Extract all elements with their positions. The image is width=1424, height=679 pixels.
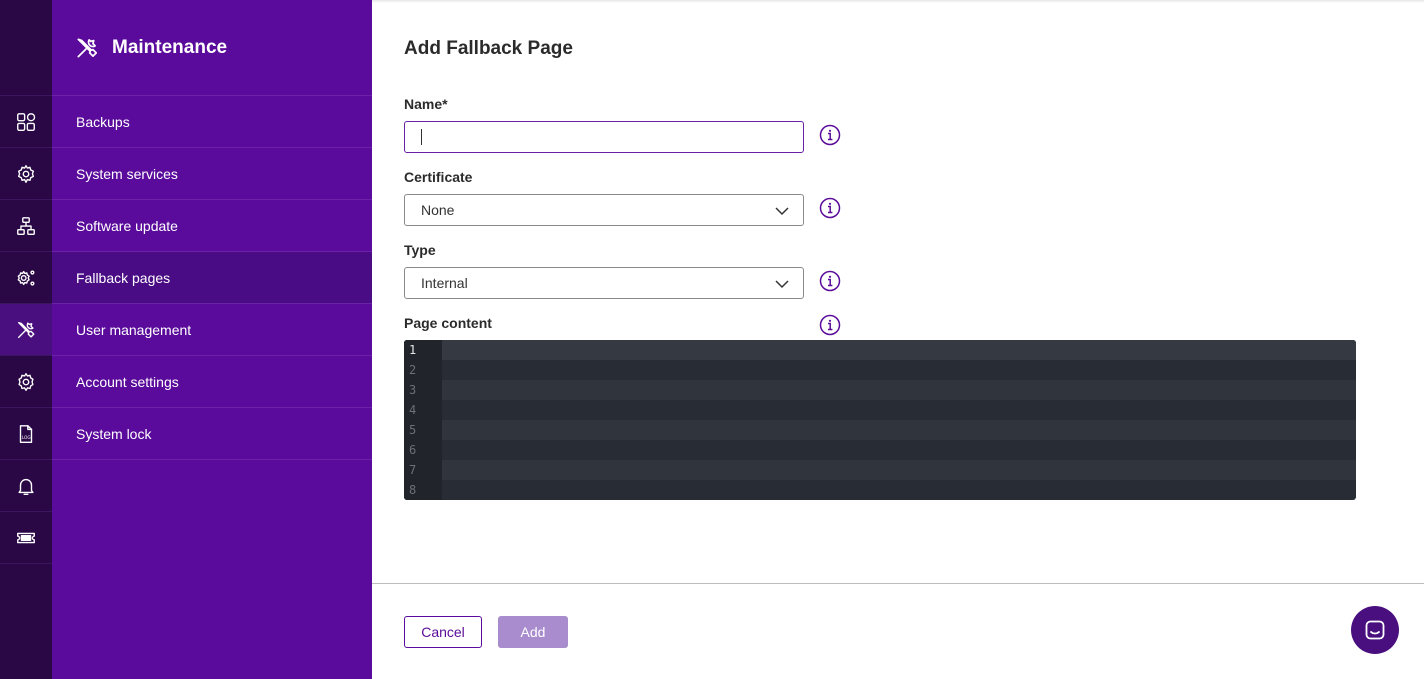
rail-settings-cluster[interactable] [0, 148, 52, 200]
sidebar-item-software-update[interactable]: Software update [52, 200, 372, 252]
type-select[interactable]: Internal [404, 267, 804, 299]
rail-notifications[interactable] [0, 460, 52, 512]
sidebar-item-label: Fallback pages [76, 269, 171, 286]
name-label: Name* [404, 96, 448, 112]
icon-rail: LOG [0, 0, 52, 679]
sidebar-item-user-management[interactable]: User management [52, 304, 372, 356]
line-number: 5 [404, 420, 442, 440]
certificate-select[interactable]: None [404, 194, 804, 226]
chat-icon [1365, 620, 1385, 640]
editor-line: 8 [404, 480, 1356, 500]
line-number: 3 [404, 380, 442, 400]
page-content-info-button[interactable] [819, 314, 841, 336]
code-line[interactable] [442, 380, 1356, 400]
info-icon [819, 197, 841, 219]
log-file-icon-label: LOG [22, 435, 31, 440]
rail-network[interactable] [0, 200, 52, 252]
editor-line: 4 [404, 400, 1356, 420]
editor-line: 1 [404, 340, 1356, 360]
top-divider [372, 0, 1424, 3]
main-content: Add Fallback Page Name* Certificate None… [372, 0, 1424, 679]
rail-tickets[interactable] [0, 512, 52, 564]
rail-gear-share[interactable] [0, 252, 52, 304]
sidebar-item-system-lock[interactable]: System lock [52, 408, 372, 460]
sidebar-item-label: System services [76, 165, 178, 182]
log-file-icon: LOG [19, 424, 33, 443]
code-line[interactable] [442, 420, 1356, 440]
rail-grid[interactable] [0, 96, 52, 148]
code-line[interactable] [442, 480, 1356, 500]
code-line[interactable] [442, 440, 1356, 460]
chat-button[interactable] [1351, 606, 1399, 654]
rail-top [0, 0, 52, 96]
code-line[interactable] [442, 400, 1356, 420]
page-content-label: Page content [404, 315, 492, 331]
cancel-button[interactable]: Cancel [404, 616, 482, 648]
rail-settings[interactable] [0, 356, 52, 408]
sidebar-header: Maintenance [52, 0, 372, 96]
sidebar-item-label: Account settings [76, 373, 179, 390]
sidebar-item-label: User management [76, 321, 192, 338]
tools-icon [77, 37, 98, 58]
editor-line: 2 [404, 360, 1356, 380]
text-caret [421, 129, 422, 145]
certificate-value: None [421, 202, 455, 218]
sidebar-item-account-settings[interactable]: Account settings [52, 356, 372, 408]
page-content-editor[interactable]: 1 2 3 4 5 6 7 8 [404, 340, 1356, 500]
info-icon [819, 124, 841, 146]
footer-divider [372, 583, 1424, 584]
line-number: 6 [404, 440, 442, 460]
type-info-button[interactable] [819, 270, 841, 292]
code-line[interactable] [442, 340, 1356, 360]
settings-cluster-icon [17, 164, 35, 183]
editor-line: 6 [404, 440, 1356, 460]
rail-log[interactable]: LOG [0, 408, 52, 460]
sidebar-item-backups[interactable]: Backups [52, 96, 372, 148]
sidebar-item-label: Backups [76, 113, 130, 130]
name-info-button[interactable] [819, 124, 841, 146]
sidebar: Maintenance Backups System services Soft… [52, 0, 372, 679]
gear-share-icon [17, 269, 35, 286]
line-number: 2 [404, 360, 442, 380]
code-line[interactable] [442, 360, 1356, 380]
bell-icon [18, 478, 34, 495]
editor-line: 3 [404, 380, 1356, 400]
line-number: 8 [404, 480, 442, 500]
line-number: 4 [404, 400, 442, 420]
sidebar-title: Maintenance [112, 36, 228, 58]
sidebar-item-system-services[interactable]: System services [52, 148, 372, 200]
gear-icon [18, 372, 34, 391]
sidebar-item-label: Software update [76, 217, 178, 234]
name-input[interactable] [404, 121, 804, 153]
sidebar-item-fallback-pages[interactable]: Fallback pages [52, 252, 372, 304]
code-line[interactable] [442, 460, 1356, 480]
line-number: 7 [404, 460, 442, 480]
type-value: Internal [421, 275, 468, 291]
info-icon [819, 270, 841, 292]
ticket-icon [17, 532, 35, 543]
network-icon [17, 216, 35, 235]
certificate-label: Certificate [404, 169, 473, 185]
page-title: Add Fallback Page [404, 38, 573, 59]
rail-tools[interactable] [0, 304, 52, 356]
add-button[interactable]: Add [498, 616, 568, 648]
editor-line: 7 [404, 460, 1356, 480]
sidebar-item-label: System lock [76, 425, 152, 442]
grid-icon [17, 112, 36, 131]
line-number: 1 [404, 340, 442, 360]
certificate-info-button[interactable] [819, 197, 841, 219]
chevron-down-icon [775, 277, 789, 291]
editor-line: 5 [404, 420, 1356, 440]
type-label: Type [404, 242, 436, 258]
chevron-down-icon [775, 204, 789, 218]
info-icon [819, 314, 841, 336]
tools-icon [17, 321, 35, 338]
